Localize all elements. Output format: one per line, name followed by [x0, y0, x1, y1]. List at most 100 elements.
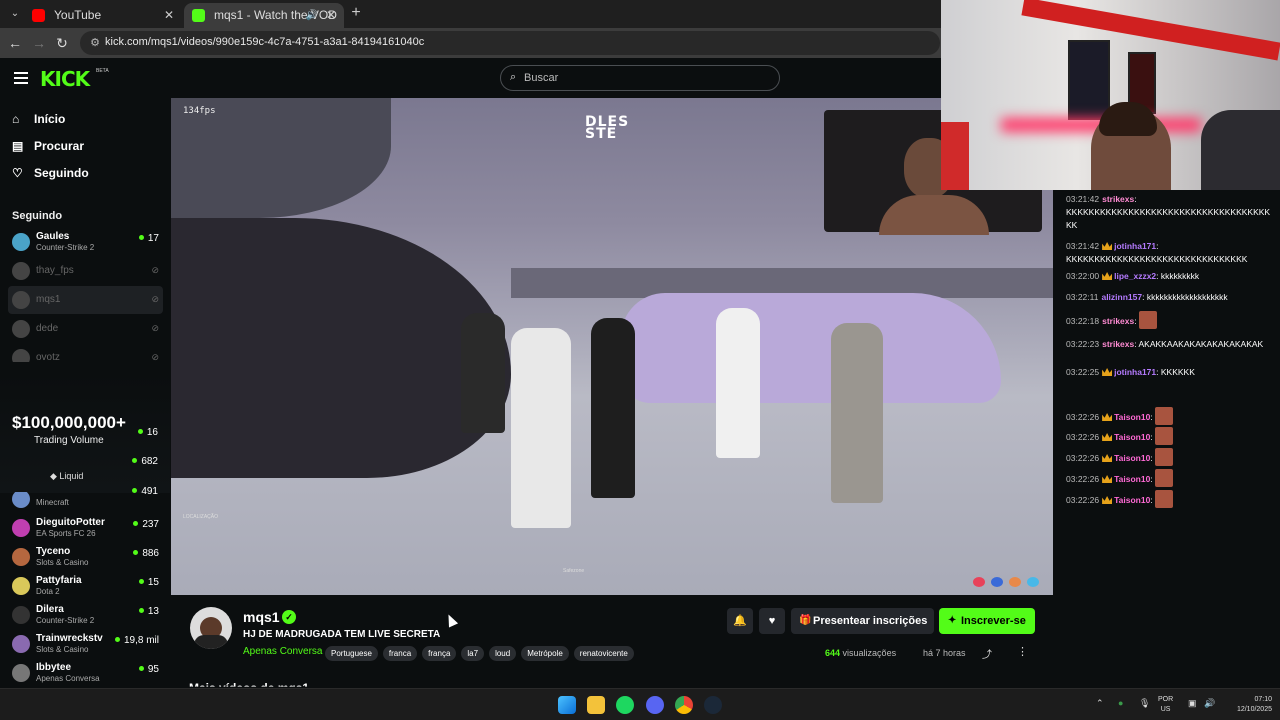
- sidebar-channel-ibbytee[interactable]: Ibbytee Apenas Conversa 95: [8, 659, 163, 687]
- sidebar-channel-dede[interactable]: dede ⊘: [8, 315, 163, 343]
- stream-tag[interactable]: la7: [461, 646, 485, 661]
- sidebar-channel-dieguitopotter[interactable]: DieguitoPotter EA Sports FC 26 237: [8, 514, 163, 542]
- network-icon[interactable]: ▣: [1188, 698, 1197, 709]
- speaker-icon[interactable]: 🔊: [306, 3, 318, 28]
- chat-separator: :: [1156, 241, 1159, 251]
- video-player[interactable]: 134fps DLES STE LOCALIZAÇÃO Safezone: [171, 98, 1053, 595]
- tray-chevron-icon[interactable]: ⌃: [1096, 698, 1104, 709]
- kick-logo[interactable]: KICK: [40, 67, 90, 91]
- channel-name[interactable]: mqs1: [243, 609, 280, 625]
- channel-category: Minecraft: [36, 498, 69, 507]
- site-info-icon[interactable]: ⚙: [86, 34, 104, 52]
- notification-bell-button[interactable]: 🔔: [727, 608, 753, 634]
- chat-username[interactable]: Taison10: [1114, 495, 1150, 505]
- sidebar-item-inicio[interactable]: ⌂ Início: [12, 112, 65, 134]
- sidebar-channel-ovotz[interactable]: ovotz ⊘: [8, 344, 163, 362]
- tab-search-icon[interactable]: ⌄: [6, 5, 24, 23]
- chat-username[interactable]: Taison10: [1114, 432, 1150, 442]
- forward-icon[interactable]: →: [30, 34, 48, 52]
- sidebar-channel-tyceno[interactable]: Tyceno Slots & Casino 886: [8, 543, 163, 571]
- viewer-count: 19,8 mil: [115, 635, 159, 646]
- volume-icon[interactable]: 🔊: [1204, 698, 1215, 709]
- clock-time: 07:10: [1254, 696, 1272, 703]
- sidebar-channel-dilera[interactable]: Dilera Counter-Strike 2 13: [8, 601, 163, 629]
- back-icon[interactable]: ←: [6, 34, 24, 52]
- share-icon[interactable]: ⤴: [982, 646, 992, 661]
- menu-icon[interactable]: [14, 72, 28, 84]
- windows-start-icon[interactable]: [558, 696, 576, 714]
- stream-tag[interactable]: Portuguese: [325, 646, 378, 661]
- stream-category[interactable]: Apenas Conversa: [243, 646, 323, 657]
- keyboard-language[interactable]: POR US: [1158, 695, 1173, 715]
- stream-tag[interactable]: franca: [382, 646, 418, 661]
- server-logo: DLES STE: [585, 115, 629, 141]
- chat-username[interactable]: lipe_xzzx2: [1114, 271, 1156, 281]
- more-options-icon[interactable]: ⋮: [1017, 645, 1028, 658]
- nav-label: Seguindo: [34, 166, 89, 180]
- new-tab-button[interactable]: +: [346, 4, 366, 22]
- microphone-icon[interactable]: 🎙: [1139, 698, 1150, 709]
- chat-username[interactable]: jotinha171: [1114, 241, 1156, 251]
- video-scene-character: [716, 308, 760, 458]
- chat-username[interactable]: Taison10: [1114, 412, 1150, 422]
- chat-username[interactable]: alizinn157: [1101, 292, 1142, 302]
- safezone-hud: Safezone: [563, 568, 585, 574]
- system-clock[interactable]: 07:10 12/10/2025: [1224, 695, 1272, 715]
- channel-name: Gaules: [36, 231, 70, 242]
- chat-username[interactable]: jotinha171: [1114, 367, 1156, 377]
- chat-username[interactable]: strikexs: [1102, 316, 1134, 326]
- chat-timestamp: 03:22:00: [1066, 271, 1100, 281]
- file-explorer-icon[interactable]: [587, 696, 605, 714]
- beta-label: BETA: [96, 68, 109, 74]
- sidebar-channel-mqs1[interactable]: mqs1 ⊘: [8, 286, 163, 314]
- stream-tag[interactable]: renatovicente: [573, 646, 634, 661]
- lang-code: POR: [1158, 696, 1174, 703]
- stream-title: HJ DE MADRUGADA TEM LIVE SECRETA: [243, 629, 441, 640]
- location-hud: LOCALIZAÇÃO: [183, 514, 219, 520]
- stream-tag[interactable]: loud: [489, 646, 517, 661]
- sidebar-channel-thay-fps[interactable]: thay_fps ⊘: [8, 257, 163, 285]
- channel-name: Pattyfaria: [36, 575, 82, 586]
- kick-icon: [192, 9, 205, 22]
- sidebar-item-procurar[interactable]: ▤ Procurar: [12, 139, 84, 161]
- sidebar-channel-pattyfaria[interactable]: Pattyfaria Dota 2 15: [8, 572, 163, 600]
- chat-username[interactable]: strikexs: [1102, 339, 1134, 349]
- sidebar-channel-minecraft[interactable]: Minecraft: [8, 492, 163, 510]
- subscriber-badge-icon: [1102, 433, 1113, 441]
- chat-timestamp: 03:22:25: [1066, 367, 1100, 377]
- close-icon[interactable]: ✕: [326, 3, 336, 28]
- chat-message: 03:22:26 Taison10:: [1066, 490, 1272, 508]
- chat-username[interactable]: strikexs: [1102, 194, 1134, 204]
- follow-heart-button[interactable]: ♥: [759, 608, 785, 634]
- facecam-body: [879, 195, 989, 235]
- gift-subs-button[interactable]: 🎁 Presentear inscrições: [791, 608, 934, 634]
- address-bar[interactable]: ⚙ kick.com/mqs1/videos/990e159c-4c7a-475…: [80, 31, 940, 55]
- tab-youtube[interactable]: YouTube ✕: [24, 3, 182, 28]
- tab-kick[interactable]: mqs1 - Watch the VOD on 🔊 ✕: [184, 3, 344, 47]
- discord-icon[interactable]: [646, 696, 664, 714]
- sidebar-channel-gaules[interactable]: Gaules Counter-Strike 2 17: [8, 228, 163, 256]
- stream-tag[interactable]: frança: [422, 646, 457, 661]
- chat-message: 03:22:26 Taison10:: [1066, 407, 1272, 425]
- stream-tag[interactable]: Metrópole: [521, 646, 569, 661]
- spotify-icon[interactable]: [616, 696, 634, 714]
- chat-username[interactable]: Taison10: [1114, 453, 1150, 463]
- sidebar-channel-trainwreckstv[interactable]: Trainwreckstv Slots & Casino 19,8 mil: [8, 630, 163, 658]
- chat-username[interactable]: Taison10: [1114, 474, 1150, 484]
- sidebar-item-seguindo[interactable]: ♡ Seguindo: [12, 166, 89, 188]
- search-input[interactable]: ⌕ Buscar: [500, 65, 780, 91]
- subscribe-button[interactable]: ✦ Inscrever-se: [939, 608, 1035, 634]
- chat-text: kkkkkkkkkkkkkkkkkkk: [1146, 292, 1228, 302]
- webcam-pc-case: [941, 122, 969, 190]
- steam-icon[interactable]: [704, 696, 722, 714]
- avatar[interactable]: [190, 607, 232, 649]
- tray-app-icon[interactable]: ●: [1118, 698, 1123, 708]
- chrome-icon[interactable]: [675, 696, 693, 714]
- chat-message: 03:22:25 jotinha171: KKKKKK: [1066, 366, 1272, 379]
- chat-timestamp: 03:21:42: [1066, 241, 1100, 251]
- channel-category: Apenas Conversa: [36, 674, 100, 683]
- reload-icon[interactable]: ↻: [53, 34, 71, 52]
- close-icon[interactable]: ✕: [164, 3, 174, 28]
- stream-info: mqs1 ✓ HJ DE MADRUGADA TEM LIVE SECRETA …: [171, 595, 1054, 688]
- video-scene-boat: [171, 218, 511, 478]
